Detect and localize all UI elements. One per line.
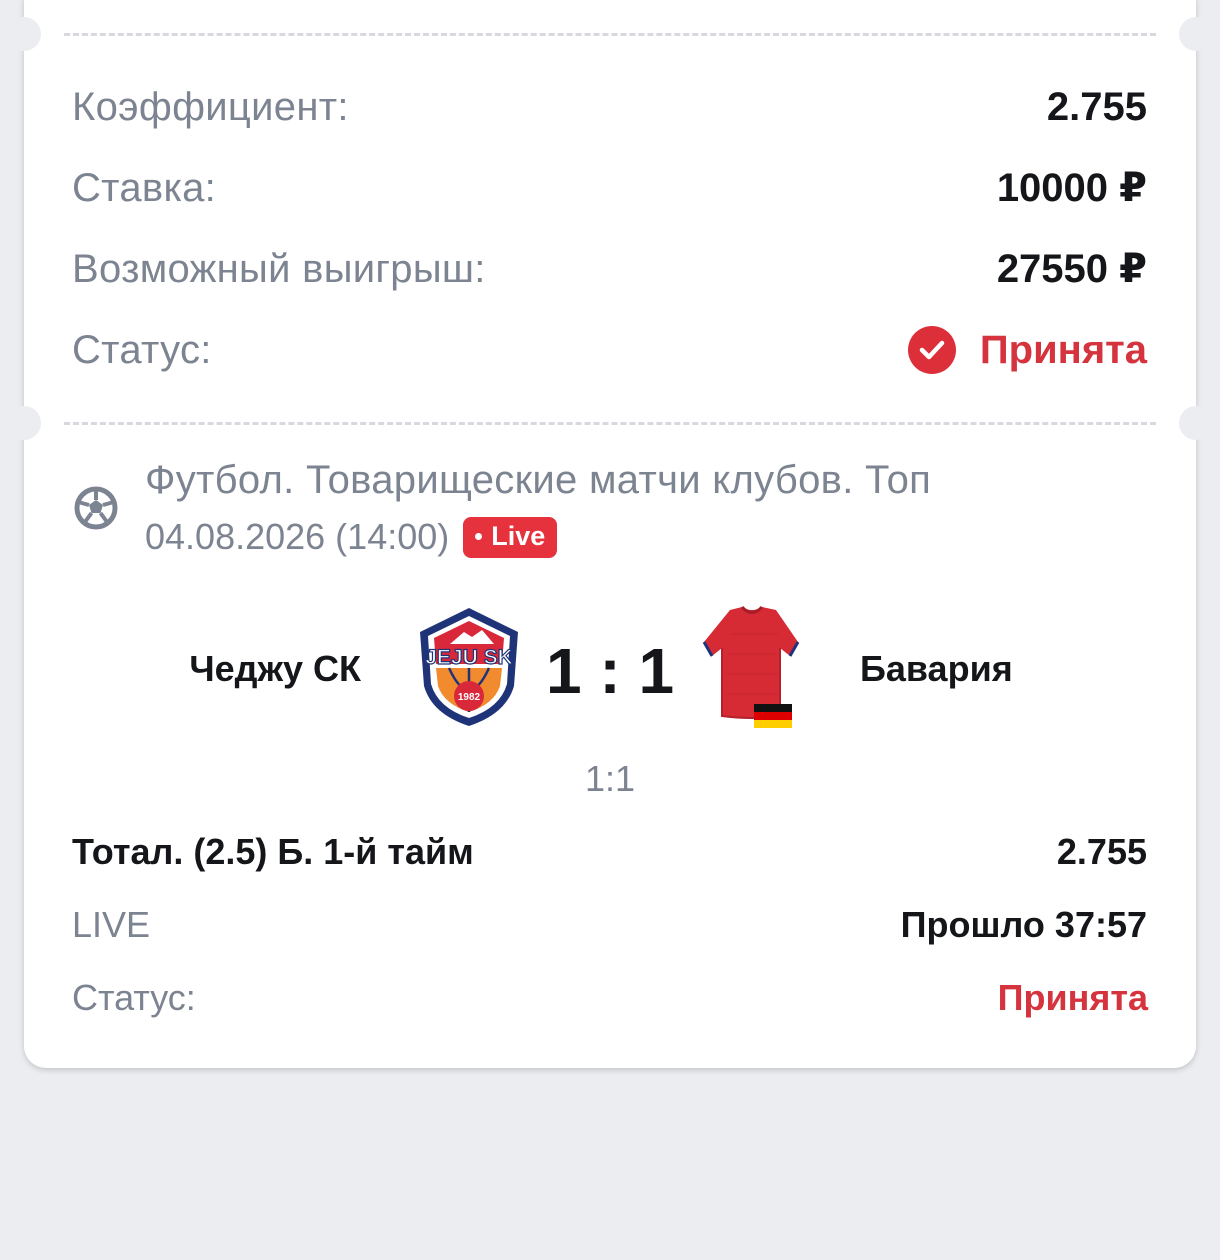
event-date: 04.08.2026 (14:00): [145, 516, 450, 557]
home-team-name: Чеджу СК: [189, 648, 361, 689]
bet-status-value: Принята: [997, 977, 1148, 1018]
possible-win-label: Возможный выигрыш:: [72, 246, 486, 291]
league-title: Футбол. Товарищеские матчи клубов. Топ: [145, 458, 932, 502]
possible-win-value: 27550 ₽: [996, 247, 1147, 291]
elapsed-time: Прошло 37:57: [900, 904, 1147, 945]
ticket-notch-right-middle: [1179, 406, 1213, 440]
half-time-score: 1:1: [584, 758, 636, 799]
home-team-logo: JEJU SK 1982: [420, 608, 518, 726]
soccer-ball-icon: [74, 486, 118, 530]
home-logo-text: JEJU SK: [425, 646, 513, 669]
bet-status-row: Статус: Принята: [72, 976, 1148, 1020]
away-team-jersey-icon: [702, 605, 800, 728]
status-indicator: Принята: [907, 326, 1147, 374]
status-row: Статус: Принята: [72, 324, 1147, 376]
market-row: Тотал. (2.5) Б. 1-й тайм 2.755: [72, 830, 1147, 874]
separator-top: [64, 33, 1156, 36]
check-circle-icon: [907, 326, 956, 374]
live-badge: Live: [463, 516, 558, 558]
coefficient-value: 2.755: [1046, 84, 1147, 129]
stake-label: Ставка:: [72, 165, 217, 210]
live-badge-label: Live: [491, 520, 546, 551]
home-logo-year: 1982: [458, 692, 481, 703]
status-value: Принята: [979, 327, 1147, 372]
bet-type-label: LIVE: [72, 904, 151, 945]
bet-status-label: Статус:: [72, 977, 196, 1018]
coefficient-label: Коэффициент:: [72, 84, 349, 129]
status-label: Статус:: [72, 327, 212, 372]
match-score: 1 : 1: [545, 635, 675, 707]
event-date-line: 04.08.2026 (14:00) Live: [145, 516, 558, 558]
market-odds: 2.755: [1056, 831, 1147, 872]
stake-value: 10000 ₽: [996, 166, 1147, 210]
live-dot-icon: [475, 532, 483, 540]
stake-row: Ставка: 10000 ₽: [72, 163, 1147, 213]
ticket-notch-left-top: [7, 17, 41, 51]
ticket-notch-right-top: [1179, 17, 1213, 51]
ticket-notch-left-middle: [7, 406, 41, 440]
coefficient-row: Коэффициент: 2.755: [72, 82, 1147, 132]
separator-middle: [64, 422, 1156, 425]
away-team-name: Бавария: [860, 648, 1013, 689]
possible-win-row: Возможный выигрыш: 27550 ₽: [72, 244, 1147, 294]
market-label: Тотал. (2.5) Б. 1-й тайм: [72, 831, 474, 872]
live-time-row: LIVE Прошло 37:57: [72, 903, 1147, 947]
